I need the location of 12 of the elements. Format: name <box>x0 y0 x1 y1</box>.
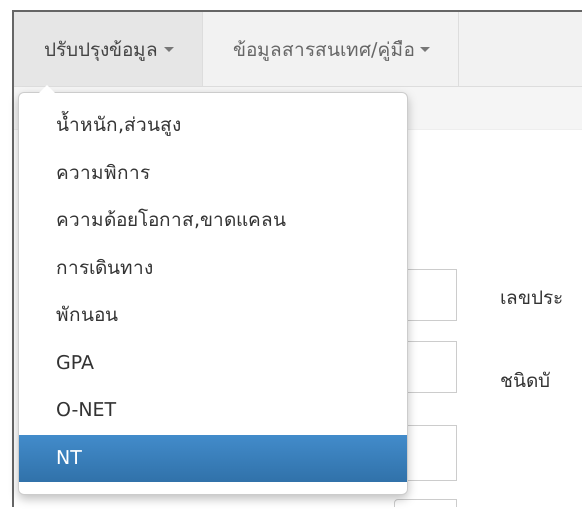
menu-item[interactable]: น้ำหนัก,ส่วนสูง <box>19 102 407 150</box>
menu-item[interactable]: การเดินทาง <box>19 244 407 292</box>
nav-menu[interactable]: ปรับปรุงข้อมูล <box>14 12 203 86</box>
menu-item[interactable]: O-NET <box>19 387 407 434</box>
field-label: ชนิดบั <box>500 369 551 394</box>
menu-item[interactable]: ความด้อยโอกาส,ขาดแคลน <box>19 197 407 244</box>
menu-item[interactable]: GPA <box>19 340 407 387</box>
field-label: เลขประ <box>500 286 563 311</box>
nav-menu[interactable]: ข้อมูลสารสนเทศ/คู่มือ <box>203 12 460 86</box>
menu-item[interactable]: พักนอน <box>19 292 407 340</box>
menu-item[interactable]: ความพิการ <box>19 150 407 197</box>
menu-item[interactable]: NT <box>19 434 407 482</box>
